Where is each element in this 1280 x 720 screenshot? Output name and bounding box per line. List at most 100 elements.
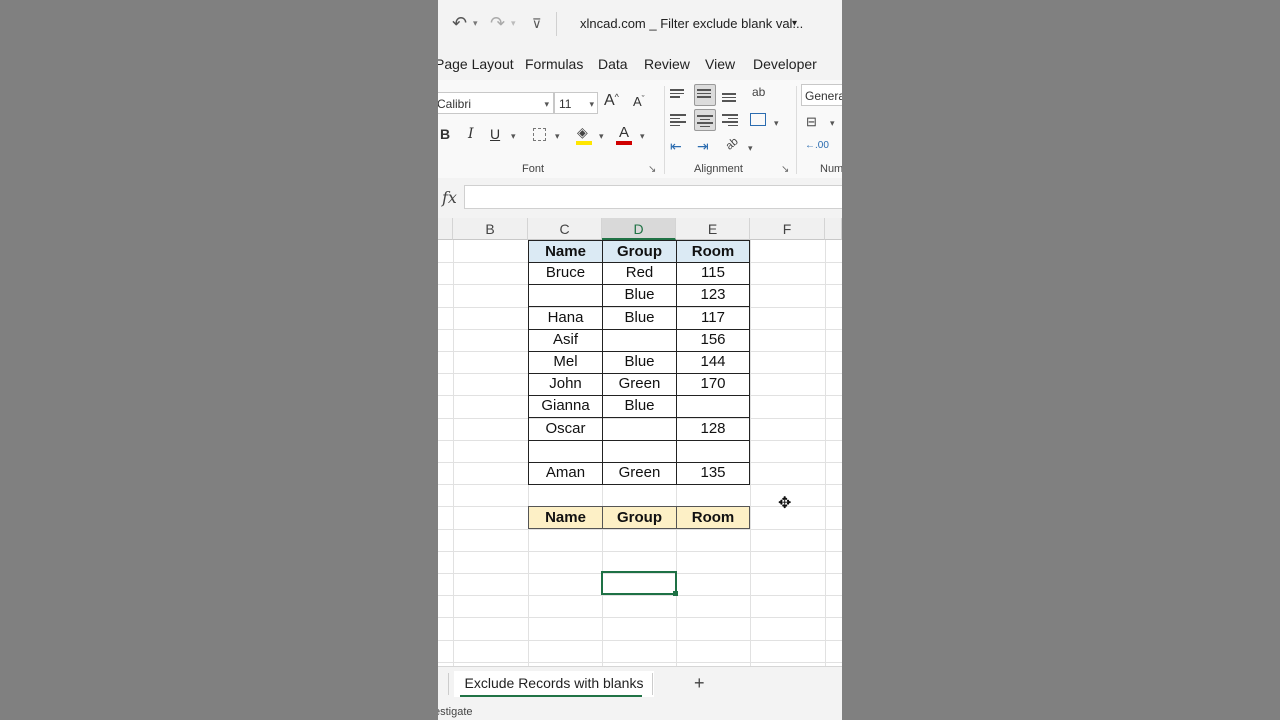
- column-header-e[interactable]: E: [676, 218, 750, 240]
- font-name-dropdown[interactable]: Calibri ▾: [438, 92, 554, 114]
- accounting-format-icon[interactable]: ⊟: [806, 114, 817, 130]
- accounting-dropdown-icon[interactable]: ▾: [830, 118, 835, 129]
- shrink-font-button[interactable]: Aˇ: [633, 94, 645, 109]
- underline-dropdown-icon[interactable]: ▾: [511, 131, 516, 142]
- table-cell-room[interactable]: 156: [676, 328, 750, 352]
- font-color-dropdown-icon[interactable]: ▾: [640, 131, 645, 142]
- table-cell-name[interactable]: Aman: [528, 462, 603, 485]
- tab-review[interactable]: Review: [644, 56, 690, 72]
- column-header-d[interactable]: D: [602, 218, 676, 240]
- orientation-icon[interactable]: ab: [724, 135, 741, 152]
- bottom-align-button[interactable]: [720, 86, 742, 108]
- fill-color-dropdown-icon[interactable]: ▾: [599, 131, 604, 142]
- customize-toolbar-icon[interactable]: ⊽: [532, 16, 542, 32]
- table-cell-room[interactable]: 123: [676, 284, 750, 308]
- undo-icon[interactable]: ↶: [452, 13, 467, 34]
- tab-data[interactable]: Data: [598, 56, 628, 72]
- alignment-dialog-launcher-icon[interactable]: ↘: [781, 164, 789, 175]
- table-cell-group[interactable]: Blue: [602, 306, 677, 330]
- table-cell-name[interactable]: Bruce: [528, 262, 603, 286]
- table-cell-name[interactable]: [528, 439, 603, 463]
- ribbon-divider: [664, 86, 665, 174]
- output-header-name[interactable]: Name: [528, 506, 603, 529]
- borders-icon[interactable]: [533, 128, 546, 141]
- column-header-b[interactable]: B: [453, 218, 528, 240]
- orientation-dropdown-icon[interactable]: ▾: [748, 143, 753, 154]
- fill-handle[interactable]: [673, 591, 678, 596]
- align-center-button[interactable]: [694, 109, 716, 131]
- tab-developer[interactable]: Developer: [753, 56, 817, 72]
- status-text[interactable]: estigate: [438, 706, 473, 718]
- bold-button[interactable]: B: [440, 126, 450, 142]
- wrap-text-icon[interactable]: ab: [752, 85, 765, 99]
- underline-button[interactable]: U: [490, 126, 500, 142]
- middle-align-button[interactable]: [694, 84, 716, 106]
- table-cell-name[interactable]: Asif: [528, 328, 603, 352]
- number-format-dropdown[interactable]: General: [801, 84, 842, 106]
- table-cell-group[interactable]: [602, 439, 677, 463]
- table-cell-group[interactable]: Green: [602, 462, 677, 485]
- column-header-a[interactable]: [438, 218, 453, 240]
- table-cell-name[interactable]: Hana: [528, 306, 603, 330]
- active-cell-selection[interactable]: [601, 571, 677, 595]
- add-sheet-button[interactable]: +: [694, 673, 705, 694]
- table-header-group[interactable]: Group: [602, 240, 677, 263]
- column-header-g[interactable]: [825, 218, 842, 240]
- fill-color-icon[interactable]: ◈: [577, 124, 588, 141]
- table-cell-room[interactable]: 135: [676, 462, 750, 485]
- align-left-button[interactable]: [668, 109, 690, 131]
- table-cell-group[interactable]: [602, 417, 677, 441]
- table-header-room[interactable]: Room: [676, 240, 750, 263]
- table-cell-room[interactable]: 115: [676, 262, 750, 286]
- output-header-group[interactable]: Group: [602, 506, 677, 529]
- redo-dropdown-icon[interactable]: ▾: [511, 18, 516, 29]
- column-header-c[interactable]: C: [528, 218, 602, 240]
- table-cell-name[interactable]: Mel: [528, 351, 603, 374]
- table-cell-name[interactable]: [528, 284, 603, 308]
- table-cell-group[interactable]: Green: [602, 373, 677, 397]
- table-cell-room[interactable]: 170: [676, 373, 750, 397]
- table-cell-name[interactable]: John: [528, 373, 603, 397]
- table-cell-group[interactable]: Blue: [602, 351, 677, 374]
- output-header-room[interactable]: Room: [676, 506, 750, 529]
- table-cell-room[interactable]: 117: [676, 306, 750, 330]
- table-cell-group[interactable]: [602, 328, 677, 352]
- tab-view[interactable]: View: [705, 56, 735, 72]
- tab-page-layout[interactable]: Page Layout: [438, 56, 514, 72]
- tab-formulas[interactable]: Formulas: [525, 56, 583, 72]
- document-title[interactable]: xlncad.com _ Filter exclude blank val...: [580, 16, 803, 31]
- column-header-f[interactable]: F: [750, 218, 825, 240]
- table-cell-room[interactable]: 144: [676, 351, 750, 374]
- table-cell-room[interactable]: 128: [676, 417, 750, 441]
- table-cell-room[interactable]: [676, 439, 750, 463]
- redo-icon[interactable]: ↷: [490, 13, 505, 34]
- merge-dropdown-icon[interactable]: ▾: [774, 118, 779, 129]
- font-dialog-launcher-icon[interactable]: ↘: [648, 164, 656, 175]
- font-size-dropdown[interactable]: 11 ▾: [554, 92, 598, 114]
- function-icon[interactable]: fx: [442, 188, 457, 207]
- top-align-button[interactable]: [668, 84, 690, 106]
- font-color-icon[interactable]: A: [619, 124, 629, 141]
- undo-dropdown-icon[interactable]: ▾: [473, 18, 478, 29]
- table-header-name[interactable]: Name: [528, 240, 603, 263]
- table-cell-group[interactable]: Red: [602, 262, 677, 286]
- grow-font-button[interactable]: A^: [604, 92, 619, 110]
- formula-input[interactable]: [464, 185, 842, 209]
- worksheet-grid[interactable]: B C D E F Name Group Room Bruce Red 115 Blu…: [438, 218, 842, 666]
- italic-button[interactable]: I: [468, 126, 474, 142]
- ribbon: Calibri ▾ 11 ▾ A^ Aˇ B I U ▾ ▾ ◈ ▾ A ▾ F…: [438, 80, 842, 179]
- increase-indent-icon[interactable]: ⇥: [697, 138, 709, 155]
- align-right-button[interactable]: [720, 109, 742, 131]
- sheet-tab-exclude-records[interactable]: Exclude Records with blanks: [454, 671, 654, 697]
- title-dropdown-icon[interactable]: ▾: [792, 18, 797, 29]
- table-cell-group[interactable]: Blue: [602, 395, 677, 419]
- table-cell-name[interactable]: Gianna: [528, 395, 603, 419]
- decrease-decimal-icon[interactable]: ←.00: [805, 140, 829, 151]
- decrease-indent-icon[interactable]: ⇤: [670, 138, 682, 155]
- borders-dropdown-icon[interactable]: ▾: [555, 131, 560, 142]
- merge-center-icon[interactable]: [750, 113, 766, 126]
- table-cell-name[interactable]: Oscar: [528, 417, 603, 441]
- gridline-horizontal: [438, 550, 842, 552]
- table-cell-group[interactable]: Blue: [602, 284, 677, 308]
- table-cell-room[interactable]: [676, 395, 750, 419]
